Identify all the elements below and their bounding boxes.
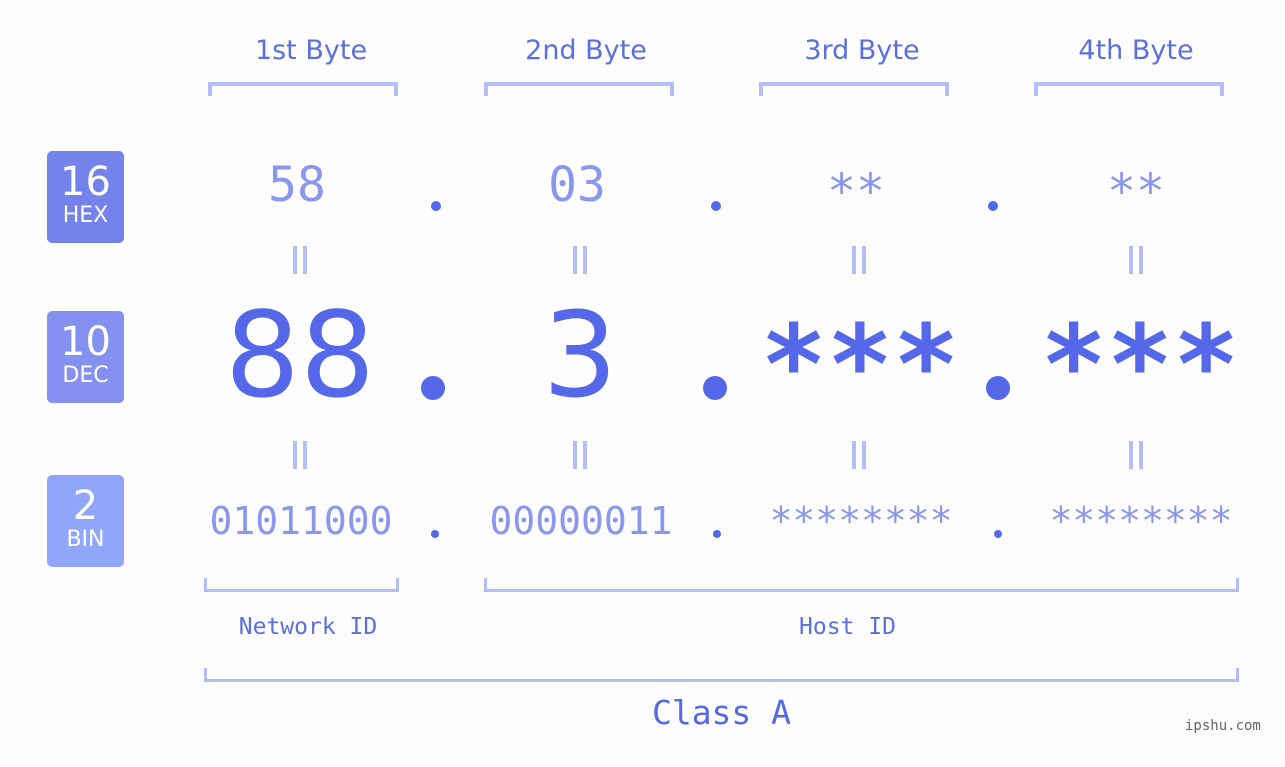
hex-byte-3: **	[827, 164, 885, 220]
bin-byte-1: 01011000	[209, 499, 393, 543]
equals-icon	[839, 246, 879, 283]
network-id-label: Network ID	[238, 614, 378, 640]
dec-dot-3	[986, 376, 1010, 400]
dec-byte-4: ***	[1040, 301, 1240, 429]
dec-badge-number: 10	[60, 319, 111, 365]
network-id-bracket	[204, 578, 399, 592]
host-id-bracket	[484, 578, 1239, 592]
bin-badge: 2 BIN	[47, 475, 124, 567]
equals-icon	[839, 441, 879, 478]
class-bracket	[204, 668, 1239, 682]
equals-icon	[560, 441, 600, 478]
byte-bracket-4	[1034, 82, 1224, 96]
bin-byte-3: ********	[769, 499, 953, 543]
class-label: Class A	[651, 693, 792, 732]
bin-dot-3	[994, 530, 1002, 538]
byte-header-2: 2nd Byte	[525, 35, 647, 66]
dec-badge: 10 DEC	[47, 311, 124, 403]
byte-bracket-2	[484, 82, 674, 96]
equals-icon	[1116, 246, 1156, 283]
bin-badge-number: 2	[72, 483, 99, 529]
equals-icon	[560, 246, 600, 283]
hex-byte-2: 03	[548, 157, 606, 213]
equals-icon	[1116, 441, 1156, 478]
dec-byte-3: ***	[760, 301, 960, 429]
byte-header-1: 1st Byte	[254, 35, 368, 66]
hex-byte-4: **	[1107, 164, 1165, 220]
bin-byte-2: 00000011	[489, 499, 673, 543]
bin-byte-4: ********	[1049, 499, 1233, 543]
hex-dot-2	[711, 201, 721, 211]
equals-icon	[280, 246, 320, 283]
bin-dot-2	[713, 530, 721, 538]
dec-dot-2	[703, 376, 727, 400]
dec-byte-1: 88	[224, 286, 376, 424]
host-id-label: Host ID	[799, 614, 896, 640]
dec-dot-1	[421, 376, 445, 400]
equals-icon	[280, 441, 320, 478]
watermark: ipshu.com	[1185, 718, 1261, 734]
hex-badge-label: HEX	[62, 203, 109, 228]
dec-badge-label: DEC	[62, 363, 109, 388]
byte-header-3: 3rd Byte	[804, 35, 920, 66]
byte-header-4: 4th Byte	[1078, 35, 1194, 66]
hex-badge: 16 HEX	[47, 151, 124, 243]
byte-bracket-1	[208, 82, 398, 96]
hex-dot-1	[431, 201, 441, 211]
dec-byte-2: 3	[542, 286, 618, 424]
bin-badge-label: BIN	[66, 527, 105, 552]
bin-dot-1	[431, 530, 439, 538]
hex-dot-3	[988, 201, 998, 211]
hex-byte-1: 58	[268, 157, 326, 213]
byte-bracket-3	[759, 82, 949, 96]
hex-badge-number: 16	[60, 159, 111, 205]
